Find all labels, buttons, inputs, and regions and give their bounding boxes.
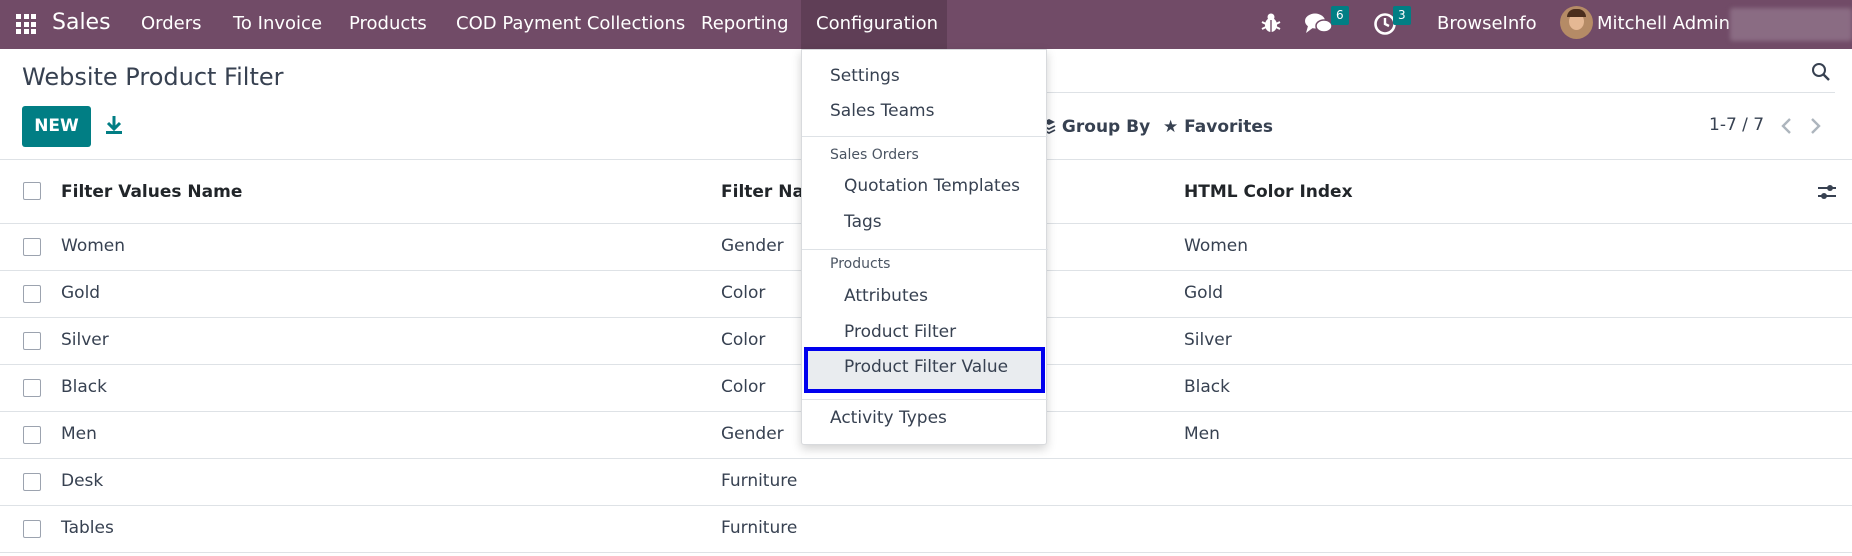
activities-badge: 3 <box>1393 6 1411 25</box>
cell-html-color-index: Black <box>1184 377 1230 397</box>
user-menu[interactable]: Mitchell Admin ( <box>1597 13 1743 34</box>
messages-icon[interactable] <box>1305 12 1333 36</box>
dropdown-divider <box>802 136 1048 137</box>
row-checkbox[interactable] <box>23 473 41 491</box>
menu-item-activity-types[interactable]: Activity Types <box>830 408 947 428</box>
cell-filter-name: Gender <box>721 236 784 256</box>
cell-filter-name: Color <box>721 283 766 303</box>
cell-filter-values-name: Desk <box>61 471 104 491</box>
menu-item-settings[interactable]: Settings <box>830 66 900 86</box>
menu-products[interactable]: Products <box>349 13 427 34</box>
search-icon[interactable] <box>1811 62 1831 82</box>
menu-item-quotation-templates[interactable]: Quotation Templates <box>844 176 1020 196</box>
row-checkbox[interactable] <box>23 426 41 444</box>
cell-filter-values-name: Women <box>61 236 126 256</box>
avatar[interactable] <box>1560 6 1593 39</box>
menu-reporting[interactable]: Reporting <box>701 13 789 34</box>
cell-filter-values-name: Tables <box>61 518 114 538</box>
select-all-checkbox[interactable] <box>23 182 41 200</box>
cell-html-color-index: Gold <box>1184 283 1224 303</box>
favorites-label: Favorites <box>1184 117 1274 137</box>
download-icon[interactable] <box>103 114 125 136</box>
redacted-area <box>1730 8 1852 41</box>
table-row[interactable]: Tables Furniture <box>0 506 1852 553</box>
menu-cod-payment-collections[interactable]: COD Payment Collections <box>456 13 685 34</box>
dropdown-divider <box>802 249 1048 250</box>
cell-filter-name: Color <box>721 377 766 397</box>
new-button[interactable]: NEW <box>22 106 91 147</box>
menu-orders[interactable]: Orders <box>141 13 202 34</box>
menu-item-tags[interactable]: Tags <box>844 212 882 232</box>
section-header-products: Products <box>830 256 891 272</box>
group-by-button[interactable]: Group By <box>1042 117 1150 137</box>
menu-configuration[interactable]: Configuration <box>816 13 938 34</box>
cell-filter-name: Gender <box>721 424 784 444</box>
row-checkbox[interactable] <box>23 520 41 538</box>
menu-item-product-filter-value[interactable]: Product Filter Value <box>844 357 1008 377</box>
cell-filter-values-name: Gold <box>61 283 101 303</box>
cell-filter-name: Furniture <box>721 518 798 538</box>
cell-html-color-index: Men <box>1184 424 1220 444</box>
dropdown-divider <box>802 399 1048 400</box>
cell-filter-name: Color <box>721 330 766 350</box>
cell-filter-values-name: Silver <box>61 330 109 350</box>
cell-html-color-index: Silver <box>1184 330 1232 350</box>
menu-to-invoice[interactable]: To Invoice <box>233 13 322 34</box>
cell-filter-name: Furniture <box>721 471 798 491</box>
cell-filter-values-name: Men <box>61 424 97 444</box>
menu-item-sales-teams[interactable]: Sales Teams <box>830 101 934 121</box>
chevron-left-icon[interactable] <box>1780 117 1794 135</box>
configuration-dropdown: Settings Sales Teams Sales Orders Quotat… <box>801 49 1048 445</box>
page-title: Website Product Filter <box>22 63 284 91</box>
search-input[interactable] <box>960 92 1835 93</box>
app-brand[interactable]: Sales <box>52 10 111 35</box>
row-checkbox[interactable] <box>23 285 41 303</box>
star-icon: ★ <box>1163 117 1179 137</box>
cell-html-color-index: Women <box>1184 236 1249 256</box>
section-header-sales-orders: Sales Orders <box>830 147 919 163</box>
cell-filter-values-name: Black <box>61 377 107 397</box>
menu-item-attributes[interactable]: Attributes <box>844 286 928 306</box>
optional-columns-icon[interactable] <box>1817 182 1837 202</box>
row-checkbox[interactable] <box>23 332 41 350</box>
chevron-right-icon[interactable] <box>1808 117 1822 135</box>
messages-badge: 6 <box>1331 6 1349 25</box>
company-switcher[interactable]: BrowseInfo <box>1437 13 1537 34</box>
top-navbar: Sales Orders To Invoice Products COD Pay… <box>0 0 1852 49</box>
apps-grid-icon[interactable] <box>16 14 36 34</box>
menu-item-product-filter[interactable]: Product Filter <box>844 322 956 342</box>
bug-icon[interactable] <box>1261 12 1281 34</box>
group-by-label: Group By <box>1061 117 1151 137</box>
pager-value[interactable]: 1-7 / 7 <box>1709 115 1764 135</box>
row-checkbox[interactable] <box>23 379 41 397</box>
table-row[interactable]: Desk Furniture <box>0 459 1852 506</box>
column-filter-values-name[interactable]: Filter Values Name <box>61 182 242 202</box>
favorites-button[interactable]: ★ Favorites <box>1163 117 1273 137</box>
column-html-color-index[interactable]: HTML Color Index <box>1184 182 1353 202</box>
row-checkbox[interactable] <box>23 238 41 256</box>
